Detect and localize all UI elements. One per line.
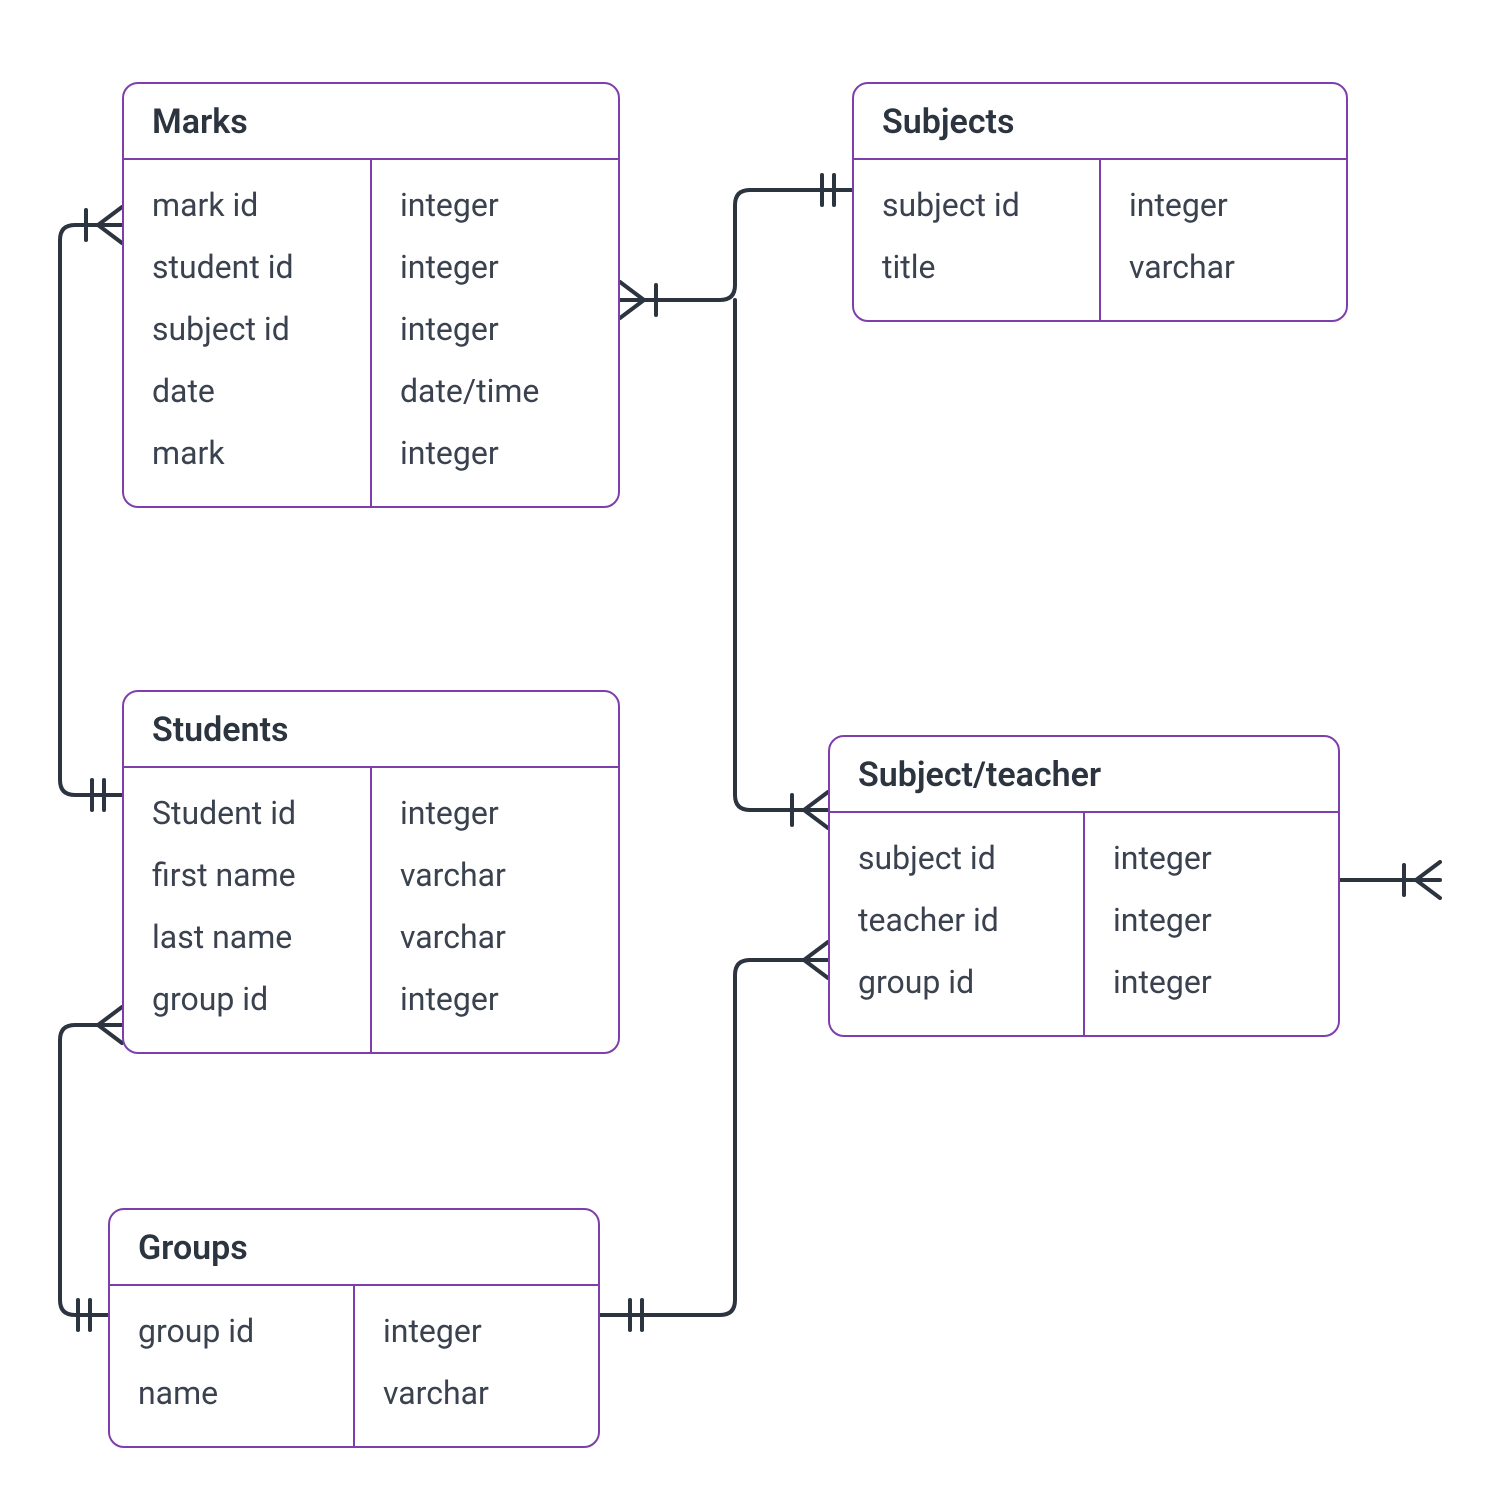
entity-title: Groups: [110, 1210, 598, 1286]
field-name: last name: [124, 906, 370, 968]
entity-title: Marks: [124, 84, 618, 160]
field-name: date: [124, 360, 370, 422]
field-type: varchar: [1101, 236, 1346, 298]
entity-students: Students Student id first name last name…: [122, 690, 620, 1054]
field-type: integer: [372, 422, 618, 484]
entity-title: Subjects: [854, 84, 1346, 160]
entity-marks: Marks mark id student id subject id date…: [122, 82, 620, 508]
field-name: first name: [124, 844, 370, 906]
field-type: integer: [1085, 951, 1338, 1013]
entity-title: Subject/teacher: [830, 737, 1338, 813]
field-name: student id: [124, 236, 370, 298]
field-type: varchar: [372, 844, 618, 906]
field-type: integer: [372, 236, 618, 298]
field-type: integer: [1101, 174, 1346, 236]
field-type: integer: [372, 782, 618, 844]
field-name: group id: [124, 968, 370, 1030]
field-name: title: [854, 236, 1099, 298]
field-type: integer: [1085, 827, 1338, 889]
entity-subjects: Subjects subject id title integer varcha…: [852, 82, 1348, 322]
field-type: integer: [372, 968, 618, 1030]
field-type: varchar: [372, 906, 618, 968]
entity-groups: Groups group id name integer varchar: [108, 1208, 600, 1448]
field-name: name: [110, 1362, 353, 1424]
entity-title: Students: [124, 692, 618, 768]
field-type: date/time: [372, 360, 618, 422]
field-type: integer: [1085, 889, 1338, 951]
field-name: Student id: [124, 782, 370, 844]
field-name: group id: [110, 1300, 353, 1362]
field-type: integer: [372, 298, 618, 360]
field-name: subject id: [854, 174, 1099, 236]
field-name: mark id: [124, 174, 370, 236]
field-name: group id: [830, 951, 1083, 1013]
field-name: mark: [124, 422, 370, 484]
field-name: subject id: [124, 298, 370, 360]
field-name: teacher id: [830, 889, 1083, 951]
field-type: integer: [372, 174, 618, 236]
field-type: integer: [355, 1300, 598, 1362]
field-type: varchar: [355, 1362, 598, 1424]
entity-subject-teacher: Subject/teacher subject id teacher id gr…: [828, 735, 1340, 1037]
field-name: subject id: [830, 827, 1083, 889]
